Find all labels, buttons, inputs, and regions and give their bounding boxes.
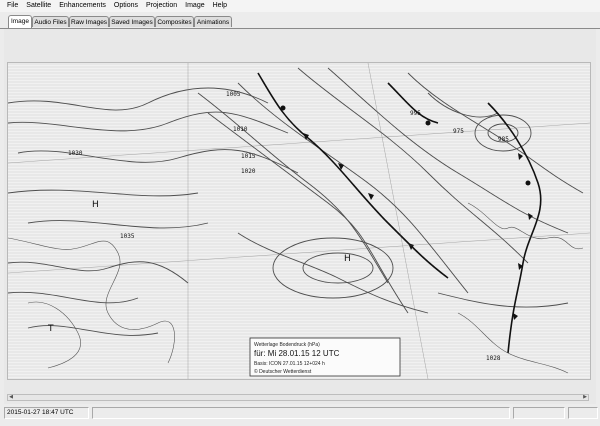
status-bar: 2015-01-27 18:47 UTC [0,406,600,420]
tab-saved-images[interactable]: Saved Images [109,16,155,27]
scroll-left-icon[interactable]: ◀ [8,395,14,400]
isobar-label: 1005 [226,91,241,98]
isobar-label: 1010 [233,126,248,133]
weather-chart-graphic: 1005 1010 1015 1020 1030 995 985 975 103… [8,63,590,379]
status-field-2 [568,407,598,419]
pressure-mark: H [92,200,99,210]
isobar-label: 1015 [241,153,256,160]
isobar-label: 1020 [241,168,256,175]
horizontal-scrollbar[interactable]: ◀ ▶ [7,394,589,401]
caption-copyright: © Deutscher Wetterdienst [254,368,312,375]
weather-fax-image[interactable]: 1005 1010 1015 1020 1030 995 985 975 103… [7,62,591,380]
menu-satellite[interactable]: Satellite [22,0,55,12]
status-datetime: 2015-01-27 18:47 UTC [4,407,89,419]
isobar-label: 1028 [486,355,501,362]
caption-title: Wetterlage Bodendruck (hPa) [254,342,320,348]
tab-bar: Image Audio Files Raw Images Saved Image… [0,14,600,29]
isobar-label: 1030 [68,150,83,157]
menu-file[interactable]: File [0,0,22,12]
tab-composites[interactable]: Composites [155,16,194,27]
tab-animations[interactable]: Animations [194,16,232,27]
isobar-label: 985 [498,136,509,143]
menu-help[interactable]: Help [209,0,231,12]
menu-projection[interactable]: Projection [142,0,181,12]
isobar-label: 995 [410,110,421,117]
menu-bar: File Satellite Enhancements Options Proj… [0,0,600,12]
isobar-label: 1035 [120,233,135,240]
status-field-1 [513,407,565,419]
scroll-right-icon[interactable]: ▶ [582,395,588,400]
tab-raw-images[interactable]: Raw Images [69,16,109,27]
tab-image[interactable]: Image [8,15,32,28]
menu-options[interactable]: Options [110,0,142,12]
status-message [92,407,510,419]
chart-caption-box: Wetterlage Bodendruck (hPa) für: Mi 28.0… [249,337,401,377]
pressure-mark: H [344,254,351,264]
menu-image[interactable]: Image [181,0,208,12]
isobar-label: 975 [453,128,464,135]
menu-enhancements[interactable]: Enhancements [55,0,110,12]
pressure-mark: T [47,324,54,334]
tab-audio-files[interactable]: Audio Files [32,16,69,27]
caption-valid-time: für: Mi 28.01.15 12 UTC [254,349,340,358]
caption-base: Basis: ICON 27.01.15 12+024 h [254,361,325,367]
